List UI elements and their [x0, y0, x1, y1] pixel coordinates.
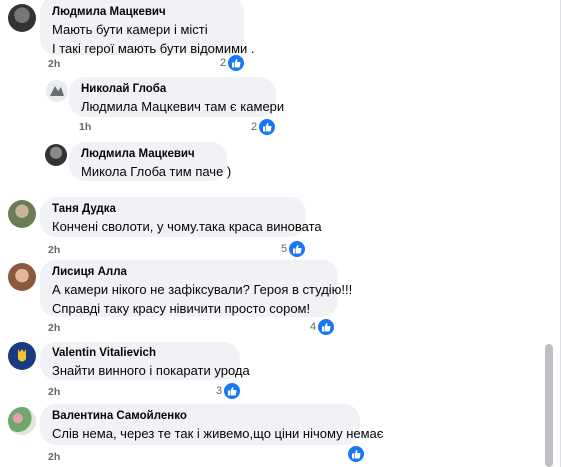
avatar[interactable] — [8, 342, 36, 370]
comment-bubble: Николай Глоба Людмила Мацкевич там є кам… — [69, 77, 285, 117]
comment-text: І такі герої мають бути відомими . — [52, 41, 255, 56]
comment-bubble: Таня Дудка Кончені сволоти, у чому.така … — [40, 197, 322, 237]
reaction-number: 2 — [220, 57, 227, 69]
comment-time[interactable]: 2h — [48, 322, 60, 334]
avatar[interactable] — [45, 144, 67, 166]
reaction-number: 5 — [281, 243, 288, 255]
comment-text: Людмила Мацкевич там є камери — [81, 99, 285, 114]
comment-author[interactable]: Людмила Мацкевич — [52, 5, 232, 20]
thumbs-up-icon — [224, 383, 241, 399]
comment-text: Знайти винного і покарати урода — [52, 363, 250, 378]
reaction-count[interactable]: 2 — [220, 55, 245, 71]
thumbs-up-icon — [259, 119, 276, 135]
comment-author[interactable]: Людмила Мацкевич — [81, 147, 215, 162]
comment-text: Кончені сволоти, у чому.така краса винов… — [52, 219, 322, 234]
thumbs-up-icon — [348, 446, 364, 462]
comment-bubble: Valentin Vitalievich Знайти винного і по… — [40, 342, 250, 380]
comment-time[interactable]: 2h — [48, 386, 60, 398]
reaction-count[interactable]: 3 — [216, 383, 241, 399]
thumbs-up-icon — [289, 241, 306, 257]
avatar[interactable] — [8, 4, 36, 32]
thumbs-up-icon — [318, 319, 335, 335]
comment-author[interactable]: Николай Глоба — [81, 82, 264, 97]
comment-text: Справді таку красу нівичити просто сором… — [52, 301, 311, 316]
comment-time[interactable]: 2h — [48, 58, 60, 70]
comment-author[interactable]: Лисиця Алла — [52, 265, 326, 280]
comment-author[interactable]: Валентина Самойленко — [52, 409, 348, 424]
avatar[interactable] — [8, 200, 36, 228]
reaction-number: 3 — [216, 385, 223, 397]
scrollbar-thumb[interactable] — [545, 344, 553, 467]
avatar[interactable] — [8, 407, 36, 435]
comment-text: Слів нема, через те так і живемо,що ціни… — [52, 426, 384, 441]
comment-bubble: Валентина Самойленко Слів нема, через те… — [40, 404, 384, 445]
thumbs-up-icon — [228, 55, 245, 71]
comment-author[interactable]: Valentin Vitalievich — [52, 346, 228, 361]
comment-text: Микола Глоба тим паче ) — [81, 164, 232, 179]
reaction-count[interactable] — [346, 446, 364, 462]
comment-time[interactable]: 2h — [48, 244, 60, 256]
reaction-count[interactable]: 4 — [310, 319, 335, 335]
avatar[interactable] — [8, 263, 36, 291]
avatar[interactable] — [46, 80, 68, 102]
comment-bubble: Людмила Мацкевич Мають бути камери і міс… — [40, 0, 255, 56]
reaction-count[interactable]: 5 — [281, 241, 306, 257]
reaction-number: 2 — [251, 121, 258, 133]
comment-text: А камери нікого не зафіксували? Героя в … — [52, 282, 353, 297]
reaction-number: 4 — [310, 321, 317, 333]
reaction-count[interactable]: 2 — [251, 119, 276, 135]
comment-author[interactable]: Таня Дудка — [52, 202, 294, 217]
comment-bubble: Лисиця Алла А камери нікого не зафіксува… — [40, 260, 353, 317]
comment-text: Мають бути камери і місті — [52, 22, 208, 37]
comment-bubble: Людмила Мацкевич Микола Глоба тим паче ) — [69, 142, 232, 181]
comment-time[interactable]: 1h — [79, 121, 91, 133]
comment-time[interactable]: 2h — [48, 451, 60, 463]
